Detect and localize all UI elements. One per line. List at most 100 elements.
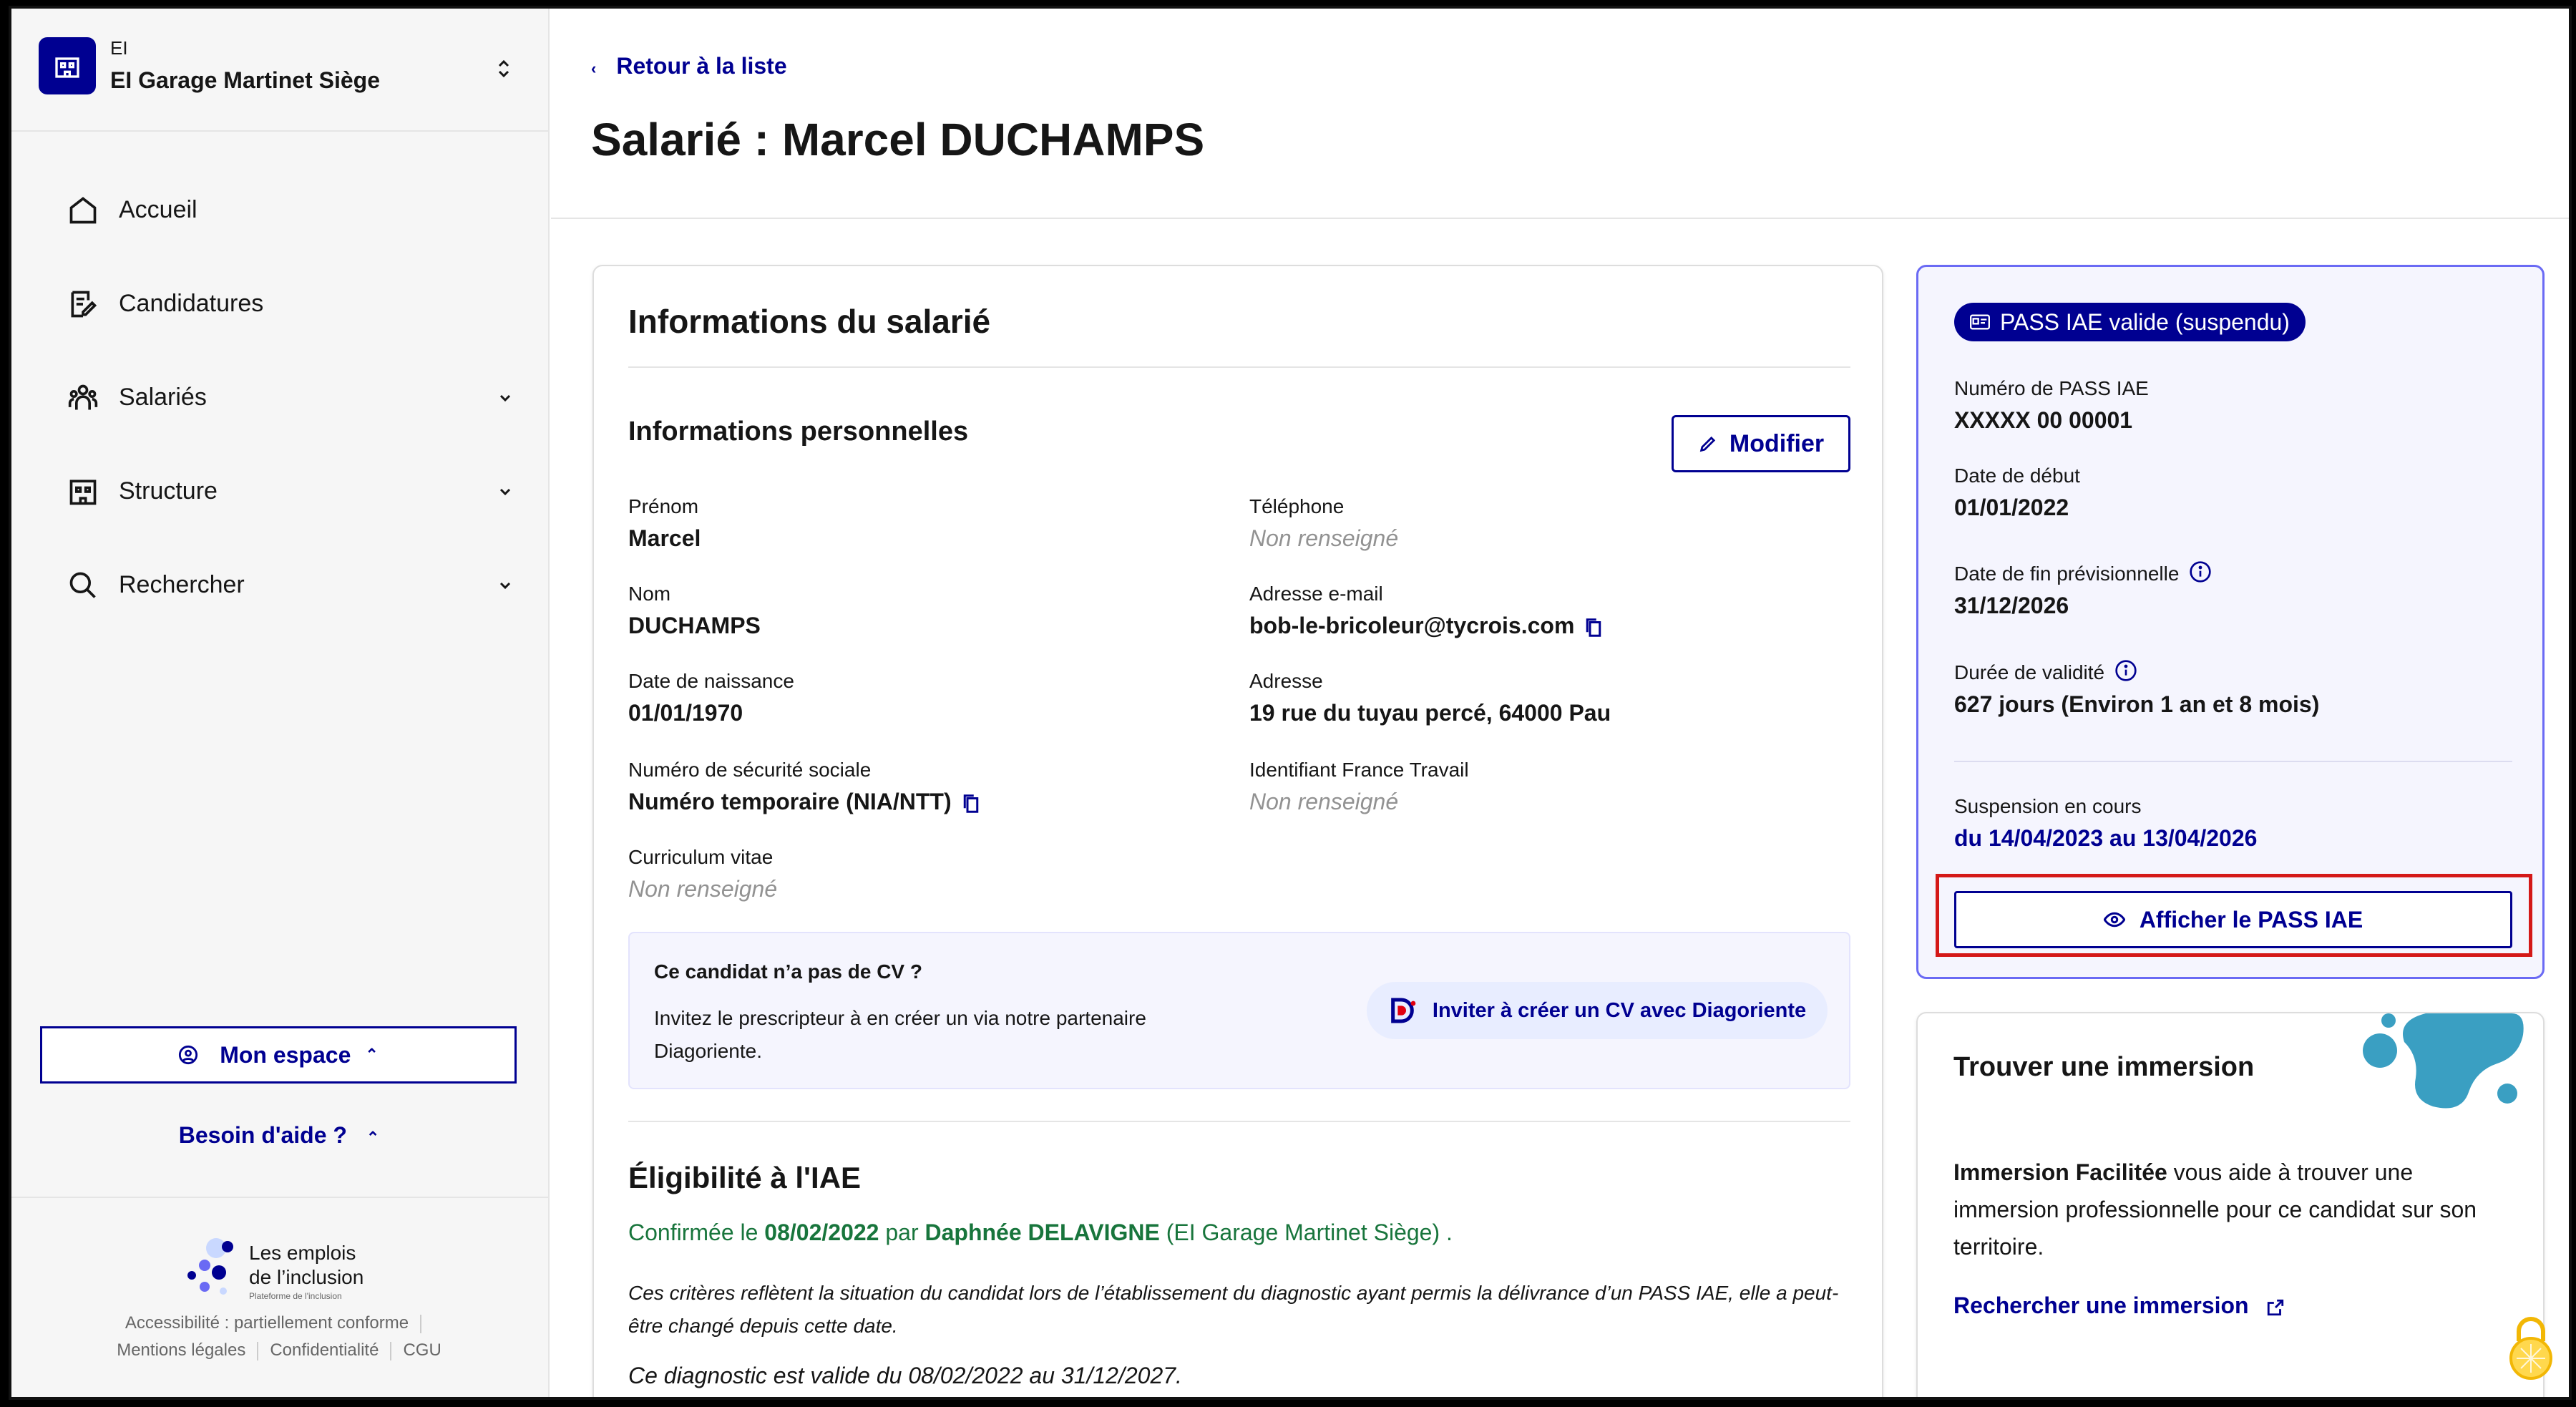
field-pass-number: Numéro de PASS IAE XXXXX 00 00001 bbox=[1954, 376, 2149, 436]
chevron-up-down-icon bbox=[495, 57, 512, 84]
field-value: Marcel bbox=[628, 525, 701, 551]
nav-item-accueil[interactable]: Accueil bbox=[9, 163, 550, 257]
confirm-date: 08/02/2022 bbox=[764, 1219, 879, 1245]
show-pass-button[interactable]: Afficher le PASS IAE bbox=[1954, 891, 2512, 948]
chevron-down-icon bbox=[499, 394, 511, 401]
callout-title: Ce candidat n’a pas de CV ? bbox=[654, 960, 922, 983]
field-telephone: Téléphone Non renseigné bbox=[1249, 494, 1398, 554]
field-label: Durée de validité bbox=[1954, 661, 2105, 683]
immersion-brand: Immersion Facilitée bbox=[1953, 1159, 2167, 1185]
field-label: Nom bbox=[628, 583, 671, 605]
field-value-row: Numéro temporaire (NIA/NTT) bbox=[628, 786, 980, 817]
help-label: Besoin d'aide ? bbox=[178, 1122, 347, 1148]
callout-text: Invitez le prescripteur à en créer un vi… bbox=[654, 1007, 1146, 1062]
search-immersion-link[interactable]: Rechercher une immersion bbox=[1953, 1292, 2285, 1319]
field-label: Date de fin prévisionnelle bbox=[1954, 563, 2180, 585]
chevron-up-icon: ⌃ bbox=[366, 1129, 380, 1146]
field-birthdate: Date de naissance 01/01/1970 bbox=[628, 668, 794, 729]
diagoriente-logo-icon bbox=[1391, 998, 1416, 1023]
footer-accessibility-link[interactable]: Accessibilité : partiellement conforme bbox=[125, 1313, 409, 1333]
nav-item-candidatures[interactable]: Candidatures bbox=[9, 257, 550, 351]
field-social-security: Numéro de sécurité sociale Numéro tempor… bbox=[628, 757, 980, 817]
confirm-prefix: Confirmée le bbox=[628, 1219, 758, 1245]
chevron-left-icon: ‹ bbox=[591, 59, 597, 77]
divider bbox=[628, 1121, 1850, 1122]
nav-label: Accueil bbox=[119, 196, 197, 223]
nav-item-structure[interactable]: Structure bbox=[9, 444, 550, 538]
footer-cgu-link[interactable]: CGU bbox=[403, 1340, 441, 1360]
field-value: Numéro temporaire (NIA/NTT) bbox=[628, 789, 952, 814]
field-end-date: Date de fin prévisionnelle 31/12/2026 bbox=[1954, 560, 2212, 621]
pass-iae-card: PASS IAE valide (suspendu) Numéro de PAS… bbox=[1916, 265, 2545, 979]
field-value: Non renseigné bbox=[1249, 789, 1399, 814]
eligibility-validity: Ce diagnostic est valide du 08/02/2022 a… bbox=[628, 1363, 1182, 1388]
field-label-row: Durée de validité bbox=[1954, 659, 2319, 686]
field-label: Suspension en cours bbox=[1954, 795, 2142, 817]
decorative-shapes-icon bbox=[2363, 1013, 2524, 1109]
back-link[interactable]: ‹ Retour à la liste bbox=[591, 53, 787, 79]
field-france-travail-id: Identifiant France Travail Non renseigné bbox=[1249, 757, 1469, 817]
copy-icon[interactable] bbox=[1584, 617, 1603, 638]
chevron-down-icon bbox=[499, 582, 511, 589]
divider bbox=[628, 366, 1850, 368]
nav-label: Structure bbox=[119, 477, 218, 505]
show-pass-label: Afficher le PASS IAE bbox=[2139, 906, 2363, 933]
nav-item-rechercher[interactable]: Rechercher bbox=[9, 538, 550, 632]
field-value-row: bob-le-bricoleur@tycrois.com bbox=[1249, 610, 1603, 641]
no-cv-callout: Ce candidat n’a pas de CV ? Invitez le p… bbox=[628, 932, 1850, 1089]
nav-label: Rechercher bbox=[119, 571, 245, 598]
confirm-by: par bbox=[885, 1219, 919, 1245]
field-label: Curriculum vitae bbox=[628, 846, 774, 868]
divider bbox=[9, 1197, 550, 1198]
chevron-up-icon: ⌃ bbox=[365, 1046, 379, 1063]
mon-espace-label: Mon espace bbox=[220, 1041, 351, 1068]
employee-info-card: Informations du salarié Informations per… bbox=[592, 265, 1883, 1400]
pencil-icon bbox=[1699, 436, 1716, 452]
field-label: Adresse e-mail bbox=[1249, 583, 1383, 605]
immersion-card: Trouver une immersion Immersion Facilité… bbox=[1916, 1012, 2545, 1400]
footer-privacy-link[interactable]: Confidentialité bbox=[270, 1340, 379, 1360]
brand-line2: de l’inclusion bbox=[249, 1266, 364, 1288]
field-start-date: Date de début 01/01/2022 bbox=[1954, 463, 2080, 523]
nav-label: Salariés bbox=[119, 384, 207, 411]
section-title: Informations personnelles bbox=[628, 417, 969, 447]
field-label-row: Date de fin prévisionnelle bbox=[1954, 560, 2212, 587]
suspension-period-link[interactable]: du 14/04/2023 au 13/04/2026 bbox=[1954, 822, 2257, 854]
field-value: 01/01/1970 bbox=[628, 700, 743, 726]
field-value: 19 rue du tuyau percé, 64000 Pau bbox=[1249, 700, 1611, 726]
brand-logo[interactable]: Les emplois de l’inclusion Plateforme de… bbox=[183, 1237, 412, 1301]
info-icon[interactable] bbox=[2114, 659, 2137, 682]
sidebar: EI EI Garage Martinet Siège Accueil Cand… bbox=[9, 6, 550, 1400]
copy-icon[interactable] bbox=[962, 793, 980, 814]
page-header: ‹ Retour à la liste Salarié : Marcel DUCH… bbox=[551, 6, 2572, 219]
team-icon bbox=[68, 384, 98, 409]
field-prenom: Prénom Marcel bbox=[628, 494, 701, 554]
organization-switcher[interactable]: EI EI Garage Martinet Siège bbox=[9, 6, 550, 132]
invite-cv-button[interactable]: Inviter à créer un CV avec Diagoriente bbox=[1367, 982, 1828, 1039]
brand-tagline: Plateforme de l'inclusion bbox=[249, 1291, 342, 1301]
field-value: 31/12/2026 bbox=[1954, 593, 2069, 618]
nav-item-salaries[interactable]: Salariés bbox=[9, 351, 550, 444]
footer-legal-link[interactable]: Mentions légales bbox=[117, 1340, 245, 1360]
building-icon bbox=[39, 37, 96, 94]
padlock-icon[interactable] bbox=[2509, 1313, 2553, 1381]
help-button[interactable]: Besoin d'aide ? ⌃ bbox=[9, 1122, 550, 1149]
field-address: Adresse 19 rue du tuyau percé, 64000 Pau bbox=[1249, 668, 1611, 729]
footer-links: Accessibilité : partiellement conforme M… bbox=[9, 1310, 550, 1364]
field-value: Non renseigné bbox=[1249, 525, 1399, 551]
field-label: Date de début bbox=[1954, 464, 2080, 487]
external-link-icon bbox=[2268, 1299, 2284, 1315]
modify-button[interactable]: Modifier bbox=[1672, 415, 1850, 472]
info-icon[interactable] bbox=[2189, 560, 2212, 583]
eligibility-confirmation: Confirmée le 08/02/2022 par Daphnée DELA… bbox=[628, 1219, 1453, 1246]
field-label: Téléphone bbox=[1249, 495, 1345, 517]
status-badge-label: PASS IAE valide (suspendu) bbox=[2000, 308, 2290, 335]
field-email: Adresse e-mail bob-le-bricoleur@tycrois.… bbox=[1249, 581, 1603, 641]
organization-name: EI Garage Martinet Siège bbox=[110, 67, 381, 93]
field-label: Prénom bbox=[628, 495, 699, 517]
modify-label: Modifier bbox=[1729, 429, 1825, 457]
mon-espace-button[interactable]: Mon espace ⌃ bbox=[40, 1026, 517, 1084]
id-card-icon bbox=[1970, 314, 1990, 330]
user-circle-icon bbox=[179, 1045, 198, 1065]
chevron-down-icon bbox=[499, 488, 511, 495]
